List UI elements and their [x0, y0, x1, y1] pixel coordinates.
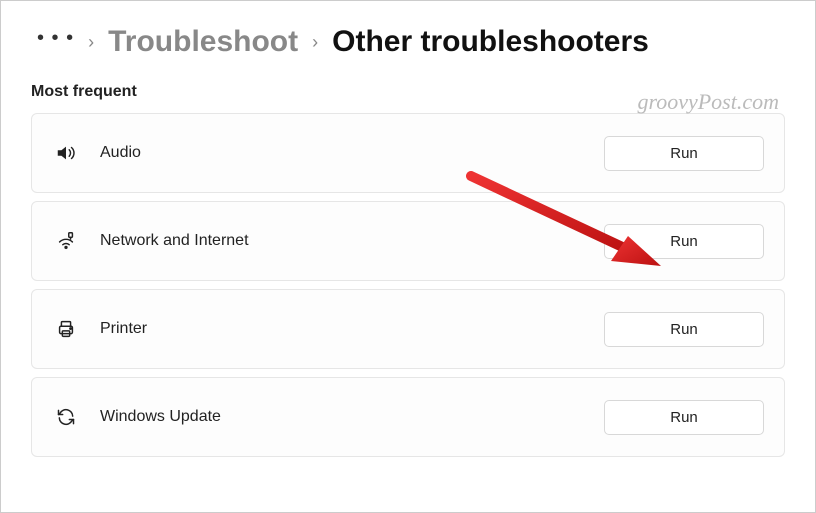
breadcrumb: • • • › Troubleshoot › Other troubleshoo… — [1, 1, 815, 77]
run-button-printer[interactable]: Run — [604, 312, 764, 347]
troubleshooter-item-audio: Audio Run — [31, 113, 785, 193]
watermark: groovyPost.com — [637, 89, 779, 115]
speaker-icon — [54, 141, 78, 165]
breadcrumb-link-troubleshoot[interactable]: Troubleshoot — [108, 25, 298, 59]
troubleshooter-item-windows-update: Windows Update Run — [31, 377, 785, 457]
wifi-icon — [54, 229, 78, 253]
troubleshooter-label: Windows Update — [100, 408, 582, 426]
troubleshooter-label: Audio — [100, 144, 582, 162]
breadcrumb-current: Other troubleshooters — [332, 25, 649, 59]
troubleshooter-list: Audio Run Network and Internet Run Print… — [1, 113, 815, 457]
run-button-windows-update[interactable]: Run — [604, 400, 764, 435]
troubleshooter-item-printer: Printer Run — [31, 289, 785, 369]
troubleshooter-label: Printer — [100, 320, 582, 338]
troubleshooter-item-network: Network and Internet Run — [31, 201, 785, 281]
run-button-audio[interactable]: Run — [604, 136, 764, 171]
chevron-right-icon: › — [312, 32, 318, 53]
chevron-right-icon: › — [88, 32, 94, 53]
breadcrumb-ellipsis[interactable]: • • • — [37, 28, 74, 56]
printer-icon — [54, 317, 78, 341]
run-button-network[interactable]: Run — [604, 224, 764, 259]
troubleshooter-label: Network and Internet — [100, 232, 582, 250]
refresh-icon — [54, 405, 78, 429]
